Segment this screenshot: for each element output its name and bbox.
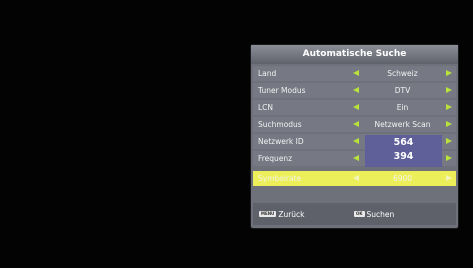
value-entry-box[interactable]: 564 394 [365,135,442,167]
row-label: Suchmodus [258,120,302,129]
right-arrow-icon[interactable] [446,121,452,127]
menu-row-symbolrate[interactable]: Symbolrate 6900 [253,171,456,186]
auto-search-menu: Automatische Suche Land Schweiz Tuner Mo… [251,45,458,228]
row-label: Netzwerk ID [258,137,304,146]
right-arrow-icon[interactable] [446,70,452,76]
search-label: Suchen [366,209,395,219]
row-label: Land [258,69,277,78]
left-arrow-icon[interactable] [353,138,359,144]
menu-row-suchmodus[interactable]: Suchmodus Netzwerk Scan [253,117,456,132]
ok-key-icon: OK [354,211,365,217]
menu-row-tuner-modus[interactable]: Tuner Modus DTV [253,83,456,98]
row-value: DTV [394,86,411,95]
row-label: LCN [258,103,274,112]
row-value: Netzwerk Scan [374,120,431,129]
row-value: 6900 [392,174,413,183]
menu-key-icon: MENU [259,211,277,217]
menu-row-land[interactable]: Land Schweiz [253,66,456,81]
search-button[interactable]: OK Suchen [354,209,394,219]
tv-screen: Automatische Suche Land Schweiz Tuner Mo… [0,0,473,268]
row-value: Ein [396,103,409,112]
right-arrow-icon[interactable] [446,87,452,93]
back-label: Zurück [278,209,305,219]
menu-title: Automatische Suche [251,45,458,64]
row-label: Tuner Modus [258,86,306,95]
right-arrow-icon[interactable] [446,138,452,144]
frequency-value: 394 [393,151,414,162]
menu-row-lcn[interactable]: LCN Ein [253,100,456,115]
menu-spacer [253,191,456,203]
network-id-value: 564 [393,137,414,148]
row-value: Schweiz [387,69,418,78]
menu-footer: MENU Zurück OK Suchen [253,203,456,225]
right-arrow-icon[interactable] [446,175,452,181]
right-arrow-icon[interactable] [446,155,452,161]
back-button[interactable]: MENU Zurück [259,209,305,219]
right-arrow-icon[interactable] [446,104,452,110]
row-label: Symbolrate [258,174,302,183]
left-arrow-icon[interactable] [353,155,359,161]
row-label: Frequenz [258,154,293,163]
